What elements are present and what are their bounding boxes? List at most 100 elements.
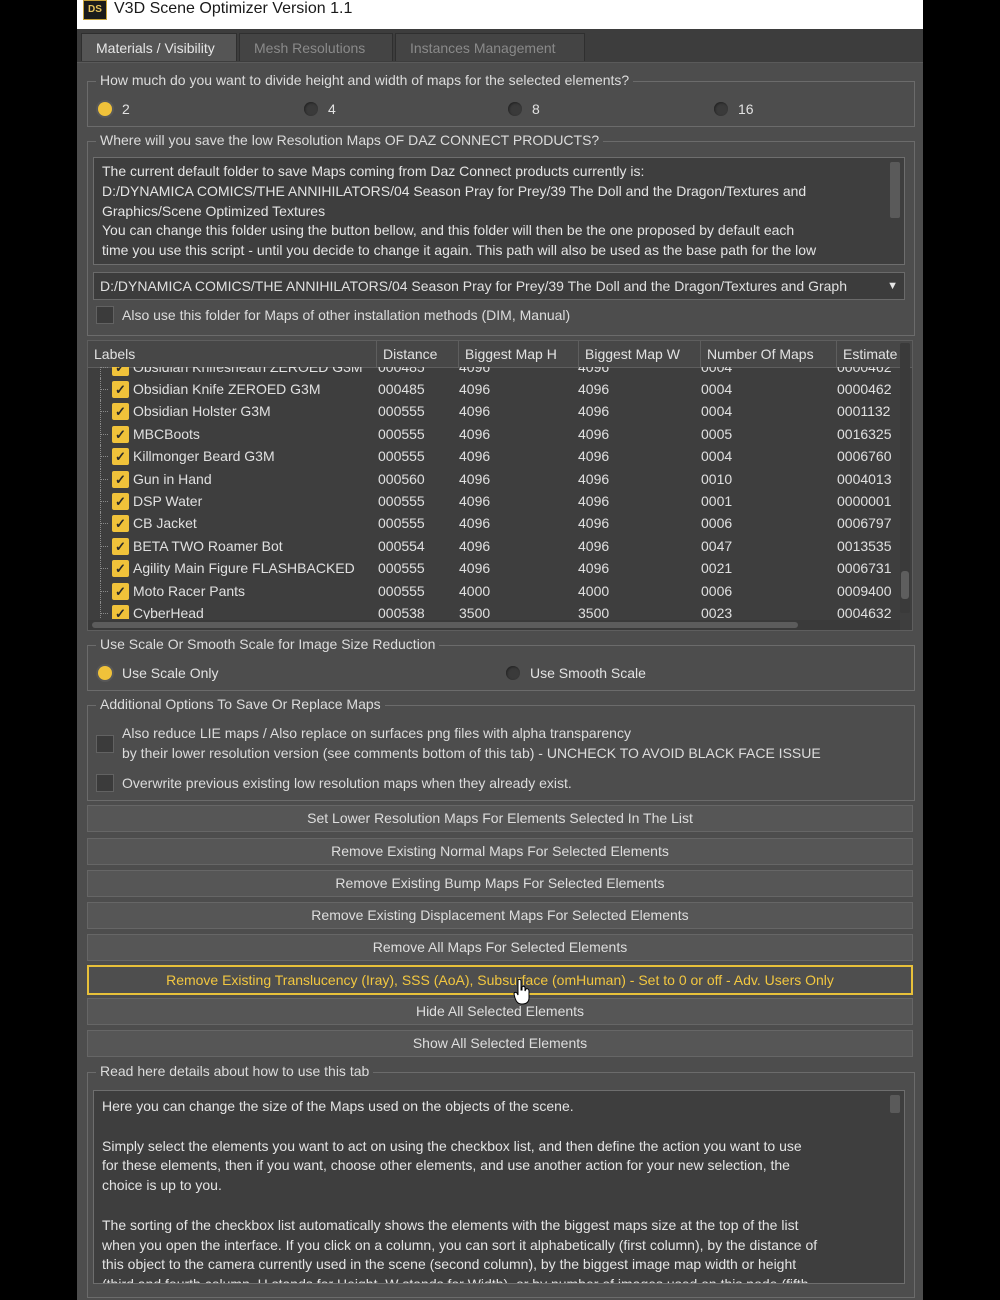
column-biggest-map-w[interactable]: Biggest Map W bbox=[578, 341, 700, 367]
table-cell: 4096 bbox=[459, 493, 491, 509]
reduce-lie-maps-checkbox[interactable] bbox=[96, 735, 114, 753]
radio-divide-16[interactable]: 16 bbox=[714, 101, 754, 117]
help-line: The sorting of the checkbox list automat… bbox=[102, 1216, 799, 1233]
radio-label: Use Smooth Scale bbox=[530, 665, 646, 681]
info-scrollbar[interactable] bbox=[890, 162, 900, 218]
column-labels[interactable]: Labels bbox=[88, 341, 376, 367]
set-lower-resolution-maps-button[interactable]: Set Lower Resolution Maps For Elements S… bbox=[87, 805, 913, 832]
also-use-folder-checkbox[interactable] bbox=[96, 306, 114, 324]
column-number-of-maps[interactable]: Number Of Maps bbox=[700, 341, 836, 367]
radio-use-smooth-scale[interactable]: Use Smooth Scale bbox=[506, 665, 646, 681]
save-info-text[interactable]: The current default folder to save Maps … bbox=[93, 157, 905, 265]
table-cell: 000555 bbox=[378, 425, 425, 442]
tab-instances-management[interactable]: Instances Management bbox=[395, 33, 585, 61]
overwrite-maps-checkbox[interactable] bbox=[96, 774, 114, 792]
table-hscroll-thumb[interactable] bbox=[92, 622, 798, 628]
table-hscrollbar[interactable] bbox=[88, 620, 900, 630]
help-scrollbar[interactable] bbox=[890, 1095, 900, 1113]
tree-branch bbox=[100, 568, 108, 570]
tree-branch bbox=[100, 523, 108, 525]
table-cell: 0004632 bbox=[837, 605, 892, 619]
scale-legend: Use Scale Or Smooth Scale for Image Size… bbox=[96, 636, 440, 652]
table-cell: 4096 bbox=[459, 381, 491, 397]
table-cell: Obsidian Knifesheath ZEROED G3M bbox=[133, 367, 363, 375]
table-cell: 0004 bbox=[701, 381, 733, 397]
help-line bbox=[102, 1117, 884, 1137]
radio-divide-8[interactable]: 8 bbox=[508, 101, 540, 117]
table-cell: 000555 bbox=[378, 403, 425, 420]
radio-use-scale-only[interactable]: Use Scale Only bbox=[98, 665, 218, 681]
row-checkbox-checked-icon[interactable]: ✓ bbox=[112, 367, 129, 376]
table-cell: 0001 bbox=[701, 493, 733, 509]
remove-bump-maps-button[interactable]: Remove Existing Bump Maps For Selected E… bbox=[87, 870, 913, 897]
table-vscrollbar[interactable] bbox=[900, 343, 910, 613]
table-cell: Obsidian Knife ZEROED G3M bbox=[133, 381, 321, 397]
save-legend: Where will you save the low Resolution M… bbox=[96, 132, 604, 148]
row-checkbox-checked-icon[interactable]: ✓ bbox=[112, 560, 129, 578]
table-cell: MBCBoots bbox=[133, 425, 200, 442]
row-checkbox-checked-icon[interactable]: ✓ bbox=[112, 403, 129, 421]
save-path-dropdown[interactable]: D:/DYNAMICA COMICS/THE ANNIHILATORS/04 S… bbox=[93, 272, 905, 300]
table-cell: 000555 bbox=[378, 582, 425, 599]
row-checkbox-checked-icon[interactable]: ✓ bbox=[112, 470, 129, 488]
row-checkbox-checked-icon[interactable]: ✓ bbox=[112, 605, 129, 619]
table-row[interactable]: ✓ Obsidian Holster G3M 000555 4096 4096 0004 0… bbox=[88, 400, 900, 423]
row-checkbox-checked-icon[interactable]: ✓ bbox=[112, 425, 129, 443]
table-cell: Moto Racer Pants bbox=[133, 582, 246, 599]
column-biggest-map-h[interactable]: Biggest Map H bbox=[458, 341, 578, 367]
radio-divide-4[interactable]: 4 bbox=[304, 101, 336, 117]
remove-normal-maps-button[interactable]: Remove Existing Normal Maps For Selected… bbox=[87, 838, 913, 865]
table-row[interactable]: ✓ Killmonger Beard G3M 000555 4096 4096 0004 0… bbox=[88, 445, 900, 468]
table-vscroll-thumb[interactable] bbox=[901, 571, 909, 599]
remove-translucency-button[interactable]: Remove Existing Translucency (Iray), SSS… bbox=[87, 965, 913, 995]
row-checkbox-checked-icon[interactable]: ✓ bbox=[112, 381, 129, 398]
table-row[interactable]: ✓ Gun in Hand 000560 4096 4096 0010 0004013 bbox=[88, 467, 900, 490]
row-checkbox-checked-icon[interactable]: ✓ bbox=[112, 582, 129, 600]
tab-mesh-resolutions[interactable]: Mesh Resolutions bbox=[239, 33, 393, 61]
table-row[interactable]: ✓ Obsidian Knife ZEROED G3M 000485 4096 4096… bbox=[88, 378, 900, 400]
radio-dot bbox=[714, 102, 728, 116]
table-row[interactable]: ✓ CB Jacket 000555 4096 4096 0006 0006797 bbox=[88, 512, 900, 535]
table-cell: 4096 bbox=[578, 367, 610, 375]
row-checkbox-checked-icon[interactable]: ✓ bbox=[112, 537, 129, 555]
help-text[interactable]: Here you can change the size of the Maps… bbox=[93, 1090, 905, 1284]
table-row[interactable]: ✓ CyberHead 000538 3500 3500 0023 0004632 bbox=[88, 602, 900, 619]
column-distance[interactable]: Distance bbox=[376, 341, 458, 367]
table-row[interactable]: ✓ BETA TWO Roamer Bot 000554 4096 4096 0047 00… bbox=[88, 534, 900, 557]
table-cell: 000538 bbox=[378, 605, 425, 619]
table-cell: 4096 bbox=[578, 515, 610, 532]
table-cell: 4096 bbox=[459, 448, 491, 465]
table-body: ✓ Obsidian Knifesheath ZEROED G3M 000485 40… bbox=[88, 367, 900, 619]
table-cell: 4096 bbox=[459, 403, 491, 420]
table-row[interactable]: ✓ MBCBoots 000555 4096 4096 0005 0016325 bbox=[88, 422, 900, 445]
tab-materials-visibility[interactable]: Materials / Visibility bbox=[81, 33, 237, 61]
radio-dot-selected bbox=[98, 102, 112, 116]
show-selected-elements-button[interactable]: Show All Selected Elements bbox=[87, 1030, 913, 1057]
table-row[interactable]: ✓ DSP Water 000555 4096 4096 0001 0000001 bbox=[88, 490, 900, 512]
help-line bbox=[102, 1196, 884, 1216]
remove-all-maps-button[interactable]: Remove All Maps For Selected Elements bbox=[87, 934, 913, 961]
help-line: for these elements, then if you want, ch… bbox=[102, 1157, 790, 1174]
column-estimate[interactable]: Estimate bbox=[836, 341, 904, 367]
radio-divide-2[interactable]: 2 bbox=[98, 101, 130, 117]
row-checkbox-checked-icon[interactable]: ✓ bbox=[112, 515, 129, 533]
info-line: The current default folder to save Maps … bbox=[102, 163, 645, 179]
additional-legend: Additional Options To Save Or Replace Ma… bbox=[96, 696, 385, 712]
table-row[interactable]: ✓ Obsidian Knifesheath ZEROED G3M 000485 40… bbox=[88, 367, 900, 378]
tree-line bbox=[100, 367, 102, 378]
row-checkbox-checked-icon[interactable]: ✓ bbox=[112, 448, 129, 466]
radio-label: 2 bbox=[122, 101, 130, 117]
reduce-lie-maps-label-line1: Also reduce LIE maps / Also replace on s… bbox=[122, 725, 631, 741]
table-row[interactable]: ✓ Moto Racer Pants 000555 4000 4000 0006 00094… bbox=[88, 579, 900, 602]
chevron-down-icon: ▼ bbox=[887, 280, 898, 292]
radio-dot-selected bbox=[98, 666, 112, 680]
table-cell: 0006 bbox=[701, 515, 733, 532]
hide-selected-elements-button[interactable]: Hide All Selected Elements bbox=[87, 998, 913, 1025]
info-line: D:/DYNAMICA COMICS/THE ANNIHILATORS/04 S… bbox=[102, 182, 807, 199]
elements-table: Labels Distance Biggest Map H Biggest Ma… bbox=[87, 340, 913, 631]
table-row[interactable]: ✓ Agility Main Figure FLASHBACKED 000555 40… bbox=[88, 557, 900, 580]
tree-branch bbox=[100, 367, 108, 368]
remove-displacement-maps-button[interactable]: Remove Existing Displacement Maps For Se… bbox=[87, 902, 913, 929]
help-line: (third and fourth column, H stands for H… bbox=[102, 1275, 884, 1283]
row-checkbox-checked-icon[interactable]: ✓ bbox=[112, 493, 129, 510]
